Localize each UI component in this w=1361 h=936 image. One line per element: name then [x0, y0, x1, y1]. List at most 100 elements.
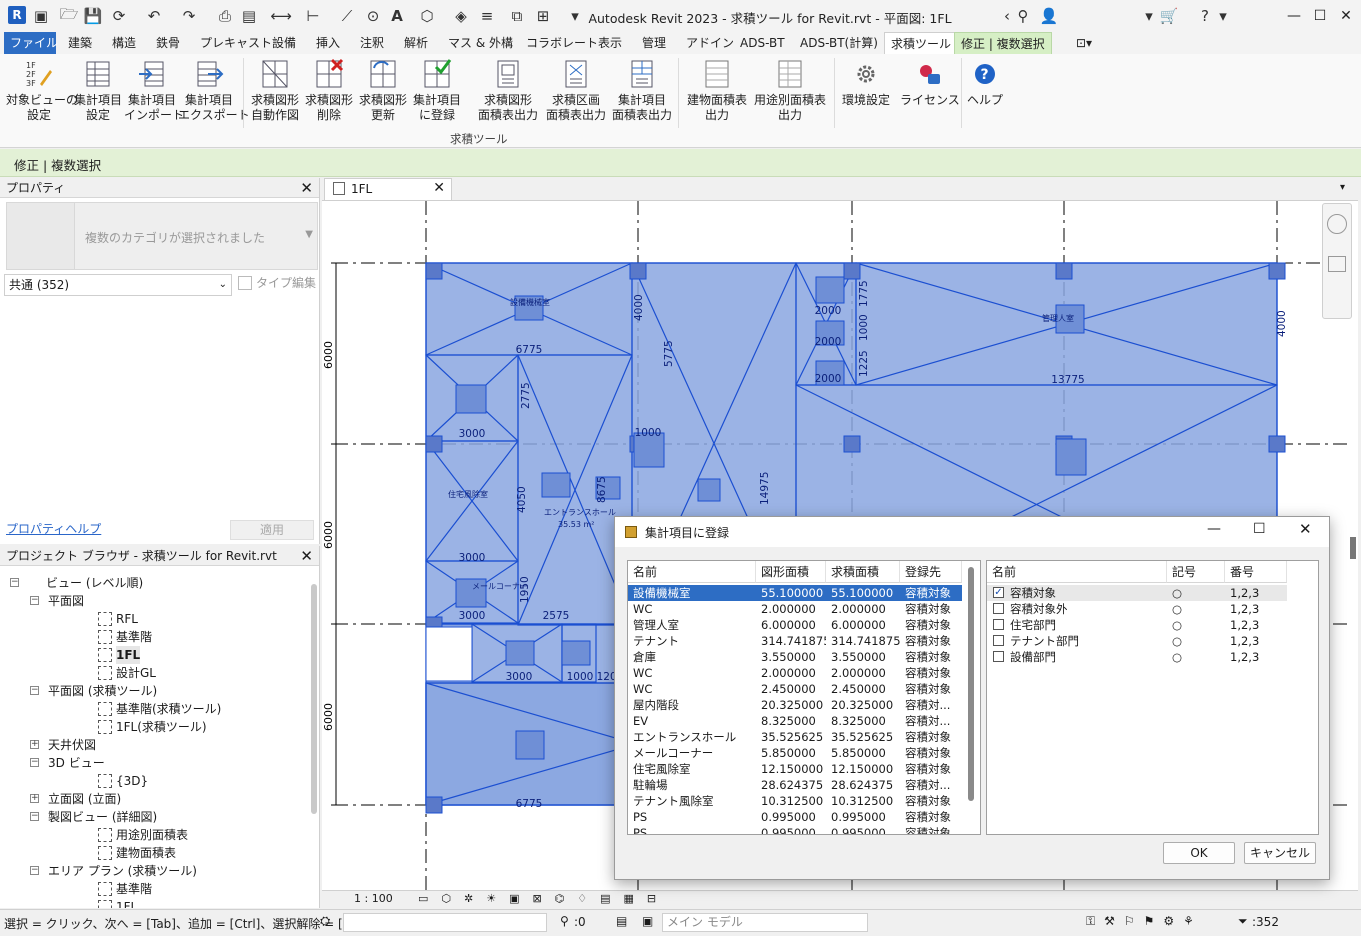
table-row[interactable]: 駐輪場 28.624375 28.624375 容積対... [628, 777, 962, 793]
user-icon[interactable]: 👤 [1040, 6, 1059, 26]
browser-node[interactable]: エリア プラン (求積ツール) [48, 862, 197, 880]
switch-windows-icon[interactable]: ⊞ [534, 6, 552, 26]
browser-node[interactable]: 平面図 (求積ツール) [48, 682, 157, 700]
tag-icon[interactable]: ⟋ [338, 6, 356, 26]
table-row[interactable]: WC 2.000000 2.000000 容積対象 [628, 665, 962, 681]
zoom-icon[interactable] [1328, 256, 1346, 272]
browser-node[interactable]: RFL [116, 610, 138, 628]
table-row[interactable]: WC 2.450000 2.450000 容積対象 [628, 681, 962, 697]
close-icon[interactable]: ✕ [1332, 4, 1360, 28]
category-checkbox[interactable] [993, 603, 1004, 614]
category-row[interactable]: ✓ 容積対象 ○ 1,2,3 [987, 585, 1287, 601]
browser-node[interactable]: 基準階 [116, 880, 152, 898]
cart-icon[interactable]: 🛒 [1160, 6, 1179, 26]
view-list-icon[interactable]: ▾ [1340, 182, 1345, 193]
use-area-table-button[interactable]: 用途別面積表 出力 [750, 58, 830, 123]
shape-area-table-button[interactable]: 求積図形 面積表出力 [476, 58, 540, 123]
update-shapes-button[interactable]: 求積図形 更新 [356, 58, 410, 123]
workset-dropdown[interactable] [343, 913, 547, 932]
cancel-button[interactable]: キャンセル [1244, 842, 1316, 864]
browser-node[interactable]: 用途別面積表 [116, 826, 188, 844]
column-header-symbol[interactable]: 記号 [1167, 561, 1225, 583]
open-icon[interactable]: 🗁 [60, 5, 79, 26]
table-row[interactable]: 管理人室 6.000000 6.000000 容積対象 [628, 617, 962, 633]
apply-button[interactable]: 適用 [230, 520, 314, 540]
text-icon[interactable]: A [388, 6, 406, 26]
tab-massing[interactable]: マス & 外構 [442, 32, 519, 54]
table-row[interactable]: WC 2.000000 2.000000 容積対象 [628, 601, 962, 617]
pdf-icon[interactable]: ▤ [240, 6, 258, 26]
tab-ads-bt-calc[interactable]: ADS-BT(計算) [794, 32, 884, 54]
tab-systems[interactable]: 設備 [266, 32, 302, 54]
3d-view-icon[interactable]: ⬡ [418, 6, 436, 26]
tab-area-tool[interactable]: 求積ツール [884, 32, 959, 54]
column-header-number[interactable]: 番号 [1225, 561, 1287, 583]
close-icon[interactable]: ✕ [300, 546, 313, 566]
browser-node[interactable]: 天井伏図 [48, 736, 96, 754]
tab-analyze[interactable]: 解析 [398, 32, 434, 54]
category-row[interactable]: 容積対象外 ○ 1,2,3 [987, 601, 1287, 617]
binoculars-icon[interactable]: ⚲ [1014, 6, 1032, 26]
table-row[interactable]: テナント 314.741875 314.741875 容積対象 [628, 633, 962, 649]
column-header-target[interactable]: 登録先 [900, 561, 962, 583]
tab-annotate[interactable]: 注釈 [354, 32, 390, 54]
worksets-icon[interactable]: ⛭ [320, 914, 330, 929]
tab-architecture[interactable]: 建築 [62, 32, 98, 54]
help-icon[interactable]: ? [1196, 6, 1214, 26]
redo-icon[interactable]: ↷ [180, 6, 198, 26]
ok-button[interactable]: OK [1163, 842, 1235, 864]
table-row[interactable]: エントランスホール 35.525625 35.525625 容積対象 [628, 729, 962, 745]
save-icon[interactable]: 💾 [84, 6, 103, 26]
view-control-icons[interactable]: ▭⬡✲☀▣⊠⌬♢▤▦⊟ [418, 892, 669, 905]
expand-icon[interactable]: + [30, 794, 39, 803]
close-icon[interactable]: ✕ [433, 180, 445, 196]
help-button[interactable]: ? ヘルプ [962, 58, 1008, 108]
section-icon[interactable]: ◈ [452, 6, 470, 26]
category-checkbox[interactable]: ✓ [993, 587, 1004, 598]
view-tab[interactable]: 1FL ✕ [324, 178, 452, 200]
view-scale[interactable]: 1 : 100 [354, 892, 393, 905]
delete-shapes-button[interactable]: 求積図形 削除 [302, 58, 356, 123]
tab-view[interactable]: 表示 [592, 32, 628, 54]
filter-icon[interactable]: ⏷ [1238, 914, 1248, 929]
browser-scrollbar[interactable] [311, 584, 317, 814]
browser-node[interactable]: 立面図 (立面) [48, 790, 121, 808]
category-row[interactable]: 設備部門 ○ 1,2,3 [987, 649, 1287, 665]
tab-file[interactable]: ファイル [4, 32, 58, 54]
print-icon[interactable]: ⎙ [216, 6, 234, 26]
browser-node[interactable]: 基準階 [116, 628, 152, 646]
table-row[interactable]: 設備機械室 55.100000 55.100000 容積対象 [628, 585, 962, 601]
home-icon[interactable]: ▣ [32, 6, 50, 26]
canvas-scrollbar[interactable] [1350, 537, 1356, 559]
expand-icon[interactable]: + [30, 740, 39, 749]
tally-settings-button[interactable]: 集計項目 設定 [70, 58, 126, 123]
sync-icon[interactable]: ⟳ [110, 6, 128, 26]
tab-addins[interactable]: アドイン [680, 32, 740, 54]
browser-node[interactable]: {3D} [116, 772, 148, 790]
category-row[interactable]: テナント部門 ○ 1,2,3 [987, 633, 1287, 649]
browser-node[interactable]: 3D ビュー [48, 754, 105, 772]
collapse-icon[interactable]: − [30, 866, 39, 875]
column-header-calc-area[interactable]: 求積面積 [826, 561, 900, 583]
revit-logo-icon[interactable]: R [8, 6, 26, 24]
steering-wheel-icon[interactable] [1327, 214, 1347, 234]
tab-insert[interactable]: 挿入 [310, 32, 346, 54]
chevron-down-icon[interactable]: ▾ [1140, 6, 1158, 26]
browser-node[interactable]: 基準階(求積ツール) [116, 700, 221, 718]
environment-settings-button[interactable]: 環境設定 [838, 58, 894, 108]
category-filter-dropdown[interactable]: 共通 (352) ⌄ [4, 274, 232, 296]
minimize-icon[interactable]: — [1207, 521, 1221, 537]
collapse-icon[interactable]: − [30, 686, 39, 695]
browser-node[interactable]: ビュー (レベル順) [46, 574, 143, 592]
table-scrollbar[interactable] [968, 567, 974, 801]
browser-node[interactable]: 平面図 [48, 592, 84, 610]
column-header-name[interactable]: 名前 [987, 561, 1167, 583]
table-row[interactable]: PS 0.995000 0.995000 容積対象 [628, 809, 962, 825]
browser-node[interactable]: 1FL(求積ツール) [116, 718, 207, 736]
design-option-dropdown[interactable]: メイン モデル [662, 913, 868, 932]
register-tally-button[interactable]: 集計項目 に登録 [410, 58, 464, 123]
table-row[interactable]: 住宅風除室 12.150000 12.150000 容積対象 [628, 761, 962, 777]
maximize-icon[interactable]: ☐ [1253, 521, 1266, 537]
maximize-icon[interactable]: ☐ [1306, 4, 1334, 28]
edit-type-button[interactable]: タイプ編集 [238, 274, 316, 291]
